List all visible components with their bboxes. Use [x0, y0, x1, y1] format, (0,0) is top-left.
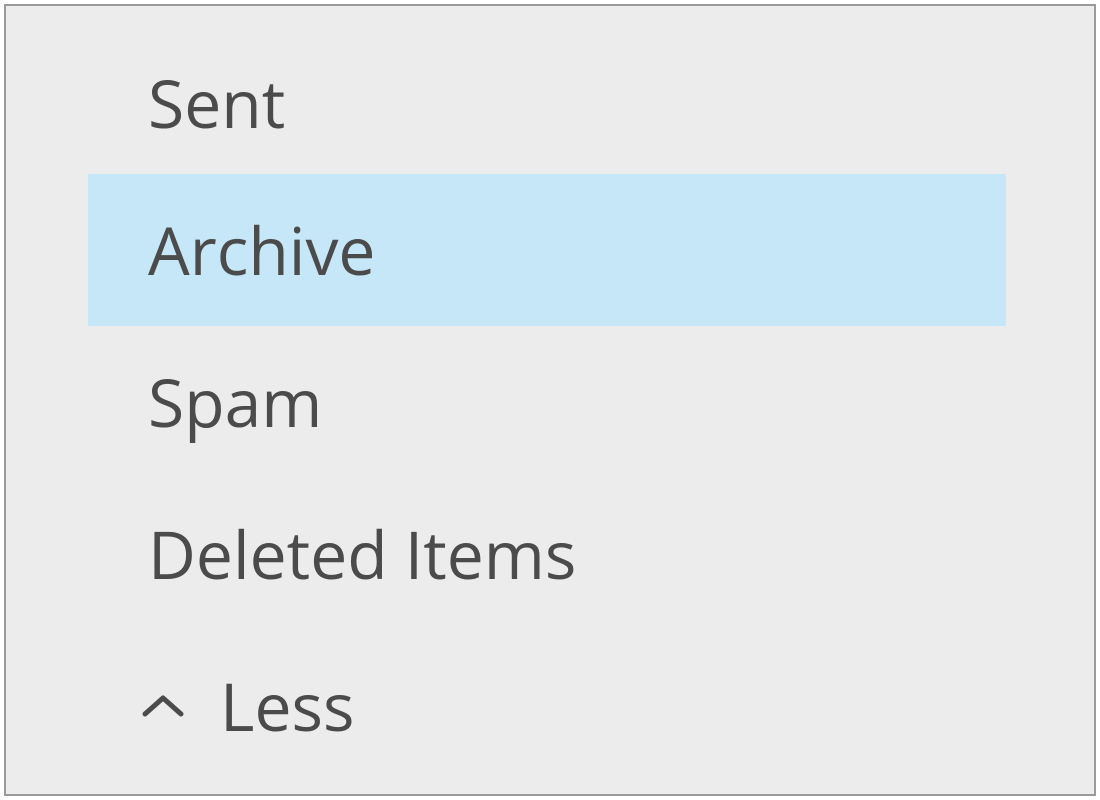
chevron-up-icon — [134, 690, 192, 722]
folder-item-label: Deleted Items — [148, 509, 576, 599]
collapse-folders-button[interactable]: Less — [88, 630, 1006, 782]
folder-list: Sent Archive Spam Deleted Items Less — [6, 6, 1094, 782]
folder-item-archive[interactable]: Archive — [88, 174, 1006, 326]
folder-item-spam[interactable]: Spam — [88, 326, 1006, 478]
folder-item-label: Spam — [148, 357, 322, 447]
folder-item-label: Archive — [148, 205, 376, 295]
folder-item-label: Sent — [148, 58, 285, 148]
folder-item-deleted-items[interactable]: Deleted Items — [88, 478, 1006, 630]
collapse-label: Less — [220, 661, 354, 751]
folder-sidebar-panel: Sent Archive Spam Deleted Items Less — [4, 4, 1096, 796]
folder-item-sent[interactable]: Sent — [88, 44, 1006, 174]
